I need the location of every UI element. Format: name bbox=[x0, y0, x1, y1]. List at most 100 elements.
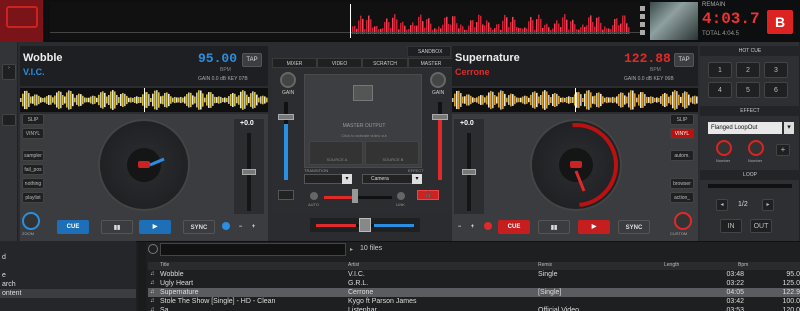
hotcue-button-3[interactable]: 3 bbox=[764, 62, 788, 78]
hotcue-button-1[interactable]: 1 bbox=[708, 62, 732, 78]
left-play-button[interactable]: ▶ bbox=[139, 220, 171, 234]
hotcue-button-4[interactable]: 4 bbox=[708, 82, 732, 98]
right-pitch-plus[interactable]: + bbox=[467, 221, 478, 233]
left-deck-side-button[interactable]: fail_pos bbox=[22, 164, 44, 175]
left-gain-knob[interactable] bbox=[280, 72, 296, 88]
left-volume-fader[interactable] bbox=[278, 114, 294, 120]
crossfader[interactable] bbox=[359, 218, 371, 232]
left-cue-button[interactable]: CUE bbox=[57, 220, 89, 234]
folder-item-selected[interactable]: ontent bbox=[0, 289, 136, 298]
folder-item[interactable]: e bbox=[0, 271, 136, 280]
tab-mixer[interactable]: MIXER bbox=[272, 58, 317, 68]
effect-select[interactable]: Flanged LoopOut bbox=[708, 122, 782, 134]
track-overview[interactable] bbox=[50, 2, 640, 40]
left-deck-side-button[interactable]: nothing bbox=[22, 178, 44, 189]
sandbox-button[interactable]: SANDBOX bbox=[407, 46, 451, 57]
effect-dropdown-icon[interactable]: ▾ bbox=[412, 174, 422, 184]
loop-half-button[interactable]: ◂ bbox=[716, 199, 728, 211]
right-pitch-slider[interactable] bbox=[462, 169, 476, 175]
column-bpm[interactable]: Bpm bbox=[738, 262, 748, 268]
cell-bpm: 100.0 bbox=[782, 298, 800, 305]
hotcue-button-5[interactable]: 5 bbox=[736, 82, 760, 98]
video-crossfader[interactable] bbox=[352, 189, 358, 203]
tab-master[interactable]: MASTER bbox=[408, 58, 454, 68]
right-pause-button[interactable]: ▮▮ bbox=[538, 220, 570, 234]
search-icon[interactable] bbox=[148, 244, 158, 254]
loop-in-button[interactable]: IN bbox=[720, 219, 742, 233]
video-preview[interactable]: MASTER OUTPUT Click to activate video ou… bbox=[304, 74, 422, 168]
left-deck-side-button[interactable]: VINYL bbox=[22, 128, 44, 139]
right-deck-side-button[interactable]: SLIP bbox=[670, 114, 694, 125]
transition-dropdown-icon[interactable]: ▾ bbox=[342, 174, 352, 184]
hotcue-button-2[interactable]: 2 bbox=[736, 62, 760, 78]
right-headphone-button[interactable]: 🎧 bbox=[417, 190, 439, 200]
source-a-preview[interactable]: SOURCE A bbox=[309, 141, 363, 165]
left-headphone-button[interactable] bbox=[278, 190, 294, 200]
track-row[interactable]: ♫ Wobble V.I.C. Single 03:48 95.0 bbox=[148, 270, 800, 279]
right-waveform[interactable] bbox=[452, 88, 698, 112]
right-volume-fader[interactable] bbox=[432, 114, 448, 120]
right-jog-marker bbox=[574, 170, 586, 192]
loop-out-button[interactable]: OUT bbox=[750, 219, 772, 233]
track-row[interactable]: ♫ Ugly Heart G.R.L. 03:22 125.0 bbox=[148, 279, 800, 288]
right-tap-button[interactable]: TAP bbox=[674, 53, 694, 67]
loop-double-button[interactable]: ▸ bbox=[762, 199, 774, 211]
folder-item[interactable]: arch bbox=[0, 280, 136, 289]
right-keylock-icon[interactable] bbox=[484, 222, 492, 230]
right-custom-knob[interactable] bbox=[674, 212, 692, 230]
left-deck-side-button[interactable]: sampler bbox=[22, 150, 44, 161]
column-length[interactable]: Length bbox=[664, 262, 679, 268]
hotcue-button-6[interactable]: 6 bbox=[764, 82, 788, 98]
track-row[interactable]: ♫ Sa Listenhar Official Video 03:53 120.0 bbox=[148, 306, 800, 311]
source-b-preview[interactable]: SOURCE B bbox=[365, 141, 419, 165]
cell-artist: Listenhar bbox=[348, 307, 377, 311]
effect-add-button[interactable]: + bbox=[776, 144, 790, 156]
left-side-small[interactable] bbox=[2, 114, 16, 126]
column-artist[interactable]: Artist bbox=[348, 262, 359, 268]
right-cue-button[interactable]: CUE bbox=[498, 220, 530, 234]
left-sync-button[interactable]: SYNC bbox=[183, 220, 215, 234]
browser-splitter[interactable] bbox=[138, 242, 146, 311]
left-zoom-knob[interactable] bbox=[22, 212, 40, 230]
left-pitch-minus[interactable]: − bbox=[235, 221, 246, 233]
left-side-toggle[interactable]: › bbox=[2, 64, 16, 80]
effect-knob-1[interactable] bbox=[716, 140, 732, 156]
auto-button[interactable] bbox=[310, 192, 318, 200]
left-pitch-value: +0.0 bbox=[240, 120, 254, 127]
effect-dropdown-icon[interactable]: ▾ bbox=[784, 122, 794, 134]
right-jogwheel[interactable] bbox=[516, 105, 636, 225]
right-pitch-minus[interactable]: − bbox=[454, 221, 465, 233]
track-row[interactable]: ♫ Supernature Cerrone [Single] 04:05 122.9 bbox=[148, 288, 800, 297]
left-deck-side-button[interactable]: playlist bbox=[22, 192, 44, 203]
tab-video[interactable]: VIDEO bbox=[317, 58, 362, 68]
right-deck-side-button[interactable]: VINYL bbox=[670, 128, 694, 139]
loop-slider[interactable] bbox=[708, 184, 792, 188]
tab-scratch[interactable]: SCRATCH bbox=[362, 58, 408, 68]
deck-badge[interactable]: B bbox=[767, 10, 793, 34]
left-waveform[interactable] bbox=[20, 88, 268, 112]
search-input[interactable] bbox=[160, 243, 346, 256]
cell-bpm: 120.0 bbox=[782, 307, 800, 311]
left-keylock-icon[interactable] bbox=[222, 222, 230, 230]
folder-item[interactable] bbox=[0, 262, 136, 271]
right-deck-side-button[interactable]: browser bbox=[670, 178, 694, 189]
link-button[interactable] bbox=[397, 192, 405, 200]
search-options-icon[interactable]: ▸ bbox=[350, 246, 353, 253]
link-label: LINK bbox=[396, 202, 405, 207]
right-gain-knob[interactable] bbox=[430, 72, 446, 88]
right-sync-button[interactable]: SYNC bbox=[618, 220, 650, 234]
right-deck-side-button[interactable]: action_ bbox=[670, 192, 694, 203]
left-pitch-slider[interactable] bbox=[242, 169, 256, 175]
folder-item[interactable]: d bbox=[0, 253, 136, 262]
left-jogwheel[interactable] bbox=[98, 119, 190, 211]
right-deck-side-button[interactable]: autom. bbox=[670, 150, 694, 161]
track-row[interactable]: ♫ Stole The Show [Single] - HD - Clean Kyg… bbox=[148, 297, 800, 306]
column-remix[interactable]: Remix bbox=[538, 262, 552, 268]
left-pitch-plus[interactable]: + bbox=[248, 221, 259, 233]
left-pause-button[interactable]: ▮▮ bbox=[101, 220, 133, 234]
left-deck-side-button[interactable]: SLIP bbox=[22, 114, 44, 125]
column-title[interactable]: Title bbox=[160, 262, 169, 268]
left-tap-button[interactable]: TAP bbox=[242, 53, 262, 67]
right-play-button[interactable]: ▶ bbox=[578, 220, 610, 234]
effect-knob-2[interactable] bbox=[748, 140, 764, 156]
